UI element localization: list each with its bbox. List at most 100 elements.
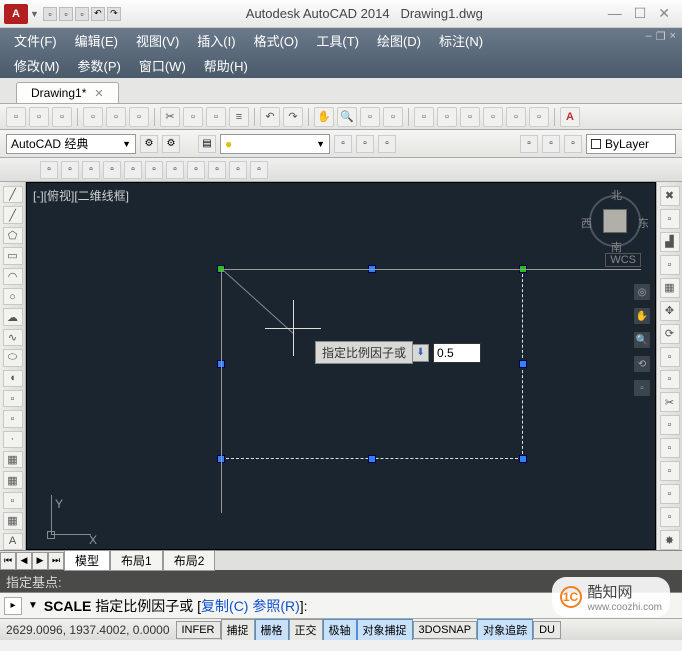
break-icon[interactable]: ▫: [660, 438, 680, 458]
menu-format[interactable]: 格式(O): [254, 31, 299, 50]
rotate-icon[interactable]: ⟳: [660, 324, 680, 344]
rect-icon[interactable]: ▭: [3, 247, 23, 264]
dcenter-icon[interactable]: ▫: [437, 107, 457, 127]
menu-window[interactable]: 窗口(W): [139, 56, 186, 75]
close-button[interactable]: ✕: [658, 5, 670, 22]
pline-icon[interactable]: ╱: [3, 206, 23, 223]
view-btm-icon[interactable]: ▫: [61, 161, 79, 179]
nav-wheel-icon[interactable]: ◎: [633, 283, 651, 301]
layer-iso-icon[interactable]: ▫: [356, 135, 374, 153]
view-back-icon[interactable]: ▫: [145, 161, 163, 179]
layout-tab-2[interactable]: 布局2: [163, 550, 216, 571]
command-option-copy[interactable]: 复制(C): [201, 598, 248, 614]
sheetset-icon[interactable]: ▫: [483, 107, 503, 127]
status-snap[interactable]: 捕捉: [221, 619, 255, 641]
drawing-canvas[interactable]: [-][俯视][二维线框] 指定比例因子或 ⬇ Y X: [26, 182, 656, 550]
array-icon[interactable]: ▦: [660, 278, 680, 298]
view-ne-icon[interactable]: ▫: [208, 161, 226, 179]
nav-pan-icon[interactable]: ✋: [633, 307, 651, 325]
menu-dim[interactable]: 标注(N): [439, 31, 483, 50]
line-icon[interactable]: ╱: [3, 186, 23, 203]
view-front-icon[interactable]: ▫: [124, 161, 142, 179]
toolpal-icon[interactable]: ▫: [460, 107, 480, 127]
view-mgr-icon[interactable]: ▫: [250, 161, 268, 179]
save-icon[interactable]: ▫: [52, 107, 72, 127]
open-icon[interactable]: ▫: [29, 107, 49, 127]
calc-icon[interactable]: ▫: [529, 107, 549, 127]
redo-icon[interactable]: ↷: [283, 107, 303, 127]
menu-draw[interactable]: 绘图(D): [377, 31, 421, 50]
qat-open-icon[interactable]: ▫: [59, 7, 73, 21]
copy-obj-icon[interactable]: ▫: [660, 209, 680, 229]
trim-icon[interactable]: ✂: [660, 392, 680, 412]
mirror-icon[interactable]: ▟: [660, 232, 680, 252]
paste-icon[interactable]: ▫: [206, 107, 226, 127]
spline-icon[interactable]: ∿: [3, 329, 23, 346]
view-sw-icon[interactable]: ▫: [166, 161, 184, 179]
dynamic-input-options-icon[interactable]: ⬇: [413, 344, 429, 362]
help-icon[interactable]: A: [560, 107, 580, 127]
mdi-close-icon[interactable]: ×: [670, 30, 676, 43]
document-tab-close-icon[interactable]: ✕: [94, 87, 103, 100]
markup-icon[interactable]: ▫: [506, 107, 526, 127]
menu-view[interactable]: 视图(V): [136, 31, 179, 50]
menu-tools[interactable]: 工具(T): [316, 31, 359, 50]
join-icon[interactable]: ▫: [660, 461, 680, 481]
mdi-restore-icon[interactable]: ❐: [656, 30, 666, 43]
selected-rectangle[interactable]: [221, 269, 523, 459]
mdi-min-icon[interactable]: –: [646, 30, 652, 43]
ellarc-icon[interactable]: ◖: [3, 370, 23, 387]
nav-show-icon[interactable]: ▫: [633, 379, 651, 397]
maximize-button[interactable]: ☐: [634, 5, 647, 22]
wcs-label[interactable]: WCS: [605, 253, 641, 267]
viewcube-face[interactable]: [603, 209, 627, 233]
status-polar[interactable]: 极轴: [323, 619, 357, 641]
lweight-btn-icon[interactable]: ▫: [564, 135, 582, 153]
grip-mr[interactable]: [520, 361, 526, 367]
stretch-icon[interactable]: ▫: [660, 370, 680, 390]
fillet-icon[interactable]: ▫: [660, 507, 680, 527]
plot-icon[interactable]: ▫: [83, 107, 103, 127]
status-grid[interactable]: 栅格: [255, 619, 289, 641]
viewcube[interactable]: 北 南 东 西: [585, 191, 645, 251]
view-nw-icon[interactable]: ▫: [229, 161, 247, 179]
point-icon[interactable]: ·: [3, 431, 23, 448]
nav-orbit-icon[interactable]: ⟲: [633, 355, 651, 373]
insert-icon[interactable]: ▫: [3, 390, 23, 407]
view-left-icon[interactable]: ▫: [82, 161, 100, 179]
view-top-icon[interactable]: ▫: [40, 161, 58, 179]
revcloud-icon[interactable]: ☁: [3, 308, 23, 325]
layer-props-icon[interactable]: ▤: [198, 135, 216, 153]
menu-insert[interactable]: 插入(I): [197, 31, 235, 50]
props-icon[interactable]: ▫: [414, 107, 434, 127]
layer-dropdown[interactable]: ● ▼: [220, 134, 330, 154]
table-icon[interactable]: ▦: [3, 512, 23, 529]
chamfer-icon[interactable]: ▫: [660, 484, 680, 504]
layer-state-icon[interactable]: ▫: [334, 135, 352, 153]
match-icon[interactable]: ≡: [229, 107, 249, 127]
minimize-button[interactable]: —: [608, 5, 622, 22]
viewport-label[interactable]: [-][俯视][二维线框]: [33, 187, 129, 204]
menu-file[interactable]: 文件(F): [14, 31, 57, 50]
new-icon[interactable]: ▫: [6, 107, 26, 127]
command-icon[interactable]: ▸: [4, 597, 22, 615]
cut-icon[interactable]: ✂: [160, 107, 180, 127]
nav-zoom-icon[interactable]: 🔍: [633, 331, 651, 349]
status-3dosnap[interactable]: 3DOSNAP: [413, 621, 478, 639]
app-logo-icon[interactable]: A: [4, 4, 28, 24]
tab-last-icon[interactable]: ⏭: [48, 552, 64, 570]
menu-param[interactable]: 参数(P): [78, 56, 121, 75]
zoom-icon[interactable]: 🔍: [337, 107, 357, 127]
undo-icon[interactable]: ↶: [260, 107, 280, 127]
hatch-icon[interactable]: ▦: [3, 451, 23, 468]
color-dropdown[interactable]: ByLayer: [586, 134, 676, 154]
status-du[interactable]: DU: [533, 621, 561, 639]
polygon-icon[interactable]: ⬠: [3, 227, 23, 244]
tab-first-icon[interactable]: ⏮: [0, 552, 16, 570]
layout-tab-model[interactable]: 模型: [64, 550, 110, 571]
color-btn-icon[interactable]: ▫: [520, 135, 538, 153]
qat-redo-icon[interactable]: ↷: [107, 7, 121, 21]
explode-icon[interactable]: ✸: [660, 530, 680, 550]
menu-help[interactable]: 帮助(H): [204, 56, 248, 75]
command-option-ref[interactable]: 参照(R): [252, 598, 299, 614]
